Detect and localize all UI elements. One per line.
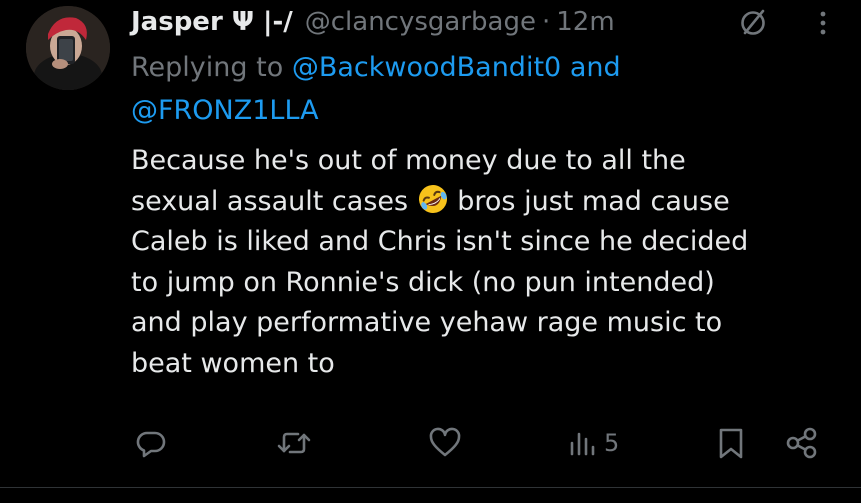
tweet[interactable]: Jasper Ψ |-/ @clancysgarbage · 12m Reply… xyxy=(0,0,861,503)
no-notifications-icon[interactable] xyxy=(736,6,770,40)
tweet-text-line: beat women to xyxy=(131,347,335,379)
mention-link[interactable]: @FRONZ1LLA xyxy=(131,95,319,126)
share-icon xyxy=(785,426,819,460)
reply-icon xyxy=(134,426,168,460)
tweet-text-line: Because he's out of money due to all the xyxy=(131,145,686,176)
view-count: 5 xyxy=(604,429,620,457)
views-icon xyxy=(568,426,598,460)
user-handle[interactable]: @clancysgarbage xyxy=(305,7,536,37)
more-options-icon[interactable] xyxy=(808,8,838,38)
replying-to: Replying to @BackwoodBandit0 and @FRONZ1… xyxy=(131,46,771,132)
share-button[interactable] xyxy=(785,420,819,466)
bookmark-button[interactable] xyxy=(714,420,748,466)
tweet-text-line: Caleb is liked and Chris isn't since he … xyxy=(131,226,749,257)
tweet-header: Jasper Ψ |-/ @clancysgarbage · 12m xyxy=(131,3,615,41)
like-icon xyxy=(427,426,463,460)
views-button[interactable]: 5 xyxy=(568,420,619,466)
tweet-text-line: to jump on Ronnie's dick (no pun intende… xyxy=(131,266,715,298)
separator-dot: · xyxy=(541,7,551,37)
retweet-button[interactable] xyxy=(275,420,319,466)
tweet-text-line: and play performative yehaw rage music t… xyxy=(131,307,723,338)
action-bar: 5 xyxy=(0,420,861,466)
replying-prefix: Replying to xyxy=(131,52,284,83)
like-button[interactable] xyxy=(427,420,469,466)
display-name[interactable]: Jasper Ψ |-/ xyxy=(131,7,293,37)
tweet-text-line: sexual assault cases bros just mad cause xyxy=(131,182,846,223)
tweet-text: Because he's out of money due to all the… xyxy=(131,141,846,384)
tweet-text-segment: sexual assault cases xyxy=(131,185,409,217)
rolling-on-floor-laughing-emoji xyxy=(417,183,449,215)
reply-button[interactable] xyxy=(134,420,174,466)
divider xyxy=(0,487,861,488)
bookmark-icon xyxy=(714,426,748,460)
timestamp[interactable]: 12m xyxy=(556,7,614,37)
mention-link[interactable]: @BackwoodBandit0 xyxy=(292,52,561,83)
retweet-icon xyxy=(275,426,313,460)
avatar[interactable] xyxy=(26,6,110,90)
tweet-text-segment: bros just mad cause xyxy=(457,185,730,217)
mention-joiner: and xyxy=(569,52,621,83)
